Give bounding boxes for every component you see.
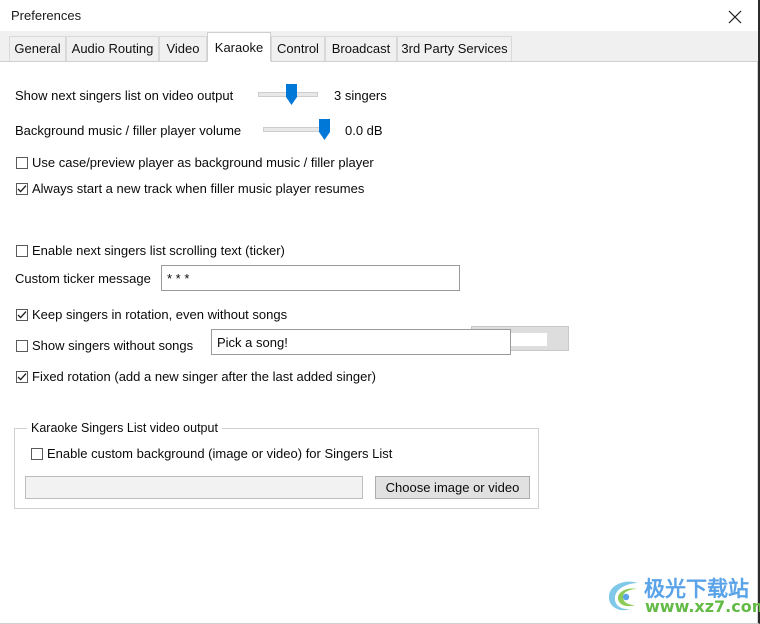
close-icon bbox=[728, 10, 742, 24]
enable-ticker-label: Enable next singers list scrolling text … bbox=[32, 243, 285, 258]
always-new-track-checkbox[interactable] bbox=[16, 183, 28, 195]
title-bar: Preferences bbox=[0, 0, 758, 32]
always-new-track-label: Always start a new track when filler mus… bbox=[32, 181, 365, 196]
keep-singers-label: Keep singers in rotation, even without s… bbox=[32, 307, 288, 322]
tab-karaoke[interactable]: Karaoke bbox=[207, 32, 271, 62]
background-path-input[interactable] bbox=[25, 476, 363, 499]
check-icon bbox=[17, 185, 27, 193]
no-song-text-input[interactable] bbox=[211, 329, 511, 355]
enable-custom-background-label: Enable custom background (image or video… bbox=[47, 446, 393, 461]
filler-volume-slider[interactable] bbox=[263, 119, 330, 141]
fixed-rotation-checkbox[interactable] bbox=[16, 371, 28, 383]
tab-video[interactable]: Video bbox=[159, 36, 207, 62]
show-singers-without-songs-checkbox[interactable] bbox=[16, 340, 28, 352]
check-icon bbox=[17, 373, 27, 381]
watermark-url: www.xz7.com bbox=[645, 597, 760, 616]
tab-general[interactable]: General bbox=[9, 36, 66, 62]
group-title: Karaoke Singers List video output bbox=[27, 421, 222, 435]
use-preview-player-checkbox[interactable] bbox=[16, 157, 28, 169]
show-singers-without-songs-label: Show singers without songs bbox=[32, 338, 194, 353]
slider-track bbox=[263, 127, 325, 132]
close-button[interactable] bbox=[712, 0, 758, 31]
next-singers-value: 3 singers bbox=[334, 88, 387, 103]
karaoke-tab-panel: Show next singers list on video output 3… bbox=[0, 61, 758, 623]
choose-image-or-video-button[interactable]: Choose image or video bbox=[375, 476, 530, 499]
enable-ticker-checkbox[interactable] bbox=[16, 245, 28, 257]
slider-thumb[interactable] bbox=[319, 119, 330, 140]
enable-custom-background-checkbox[interactable] bbox=[31, 448, 43, 460]
tab-broadcast[interactable]: Broadcast bbox=[325, 36, 397, 62]
window-title: Preferences bbox=[11, 8, 82, 23]
custom-ticker-label: Custom ticker message bbox=[15, 271, 151, 286]
aurora-logo-icon bbox=[608, 581, 638, 611]
use-preview-player-label: Use case/preview player as background mu… bbox=[32, 155, 374, 170]
custom-ticker-input[interactable] bbox=[161, 265, 460, 291]
singers-list-video-output-group: Karaoke Singers List video output Enable… bbox=[14, 421, 539, 509]
keep-singers-checkbox[interactable] bbox=[16, 309, 28, 321]
next-singers-slider[interactable] bbox=[258, 84, 318, 106]
filler-volume-label: Background music / filler player volume bbox=[15, 123, 242, 138]
next-singers-label: Show next singers list on video output bbox=[15, 88, 234, 103]
tab-control[interactable]: Control bbox=[271, 36, 325, 62]
tab-audio-routing[interactable]: Audio Routing bbox=[66, 36, 159, 62]
check-icon bbox=[17, 311, 27, 319]
tab-strip: General Audio Routing Video Karaoke Cont… bbox=[0, 31, 758, 62]
preferences-window: Preferences General Audio Routing Video … bbox=[0, 0, 760, 624]
slider-thumb[interactable] bbox=[286, 84, 297, 105]
filler-volume-value: 0.0 dB bbox=[345, 123, 383, 138]
watermark: 极光下载站 www.xz7.com bbox=[604, 573, 760, 619]
tab-3rd-party-services[interactable]: 3rd Party Services bbox=[397, 36, 512, 62]
fixed-rotation-label: Fixed rotation (add a new singer after t… bbox=[32, 369, 376, 384]
